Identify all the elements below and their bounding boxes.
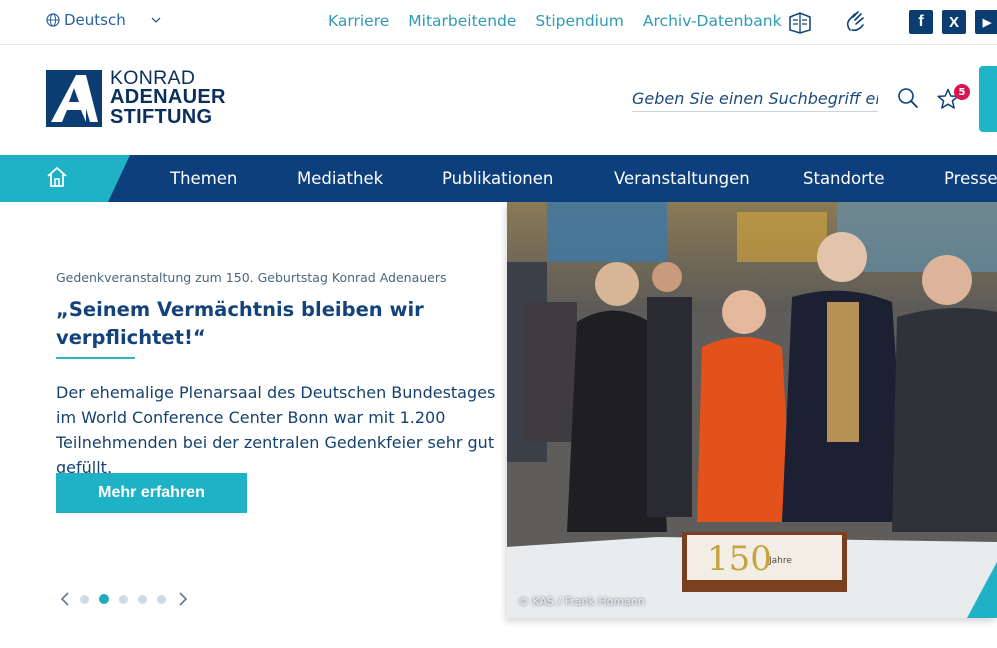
search-icon[interactable]: [897, 87, 919, 109]
nav-item-themen[interactable]: Themen: [170, 169, 237, 188]
chevron-left-icon[interactable]: [60, 591, 70, 607]
easy-read-icon[interactable]: [786, 8, 814, 36]
language-label: Deutsch: [64, 11, 126, 29]
slider-dot-2[interactable]: [99, 594, 109, 604]
main-navigation: Themen Mediathek Publikationen Veranstal…: [0, 155, 997, 202]
x-icon[interactable]: X: [942, 10, 966, 34]
link-stipendium[interactable]: Stipendium: [535, 12, 624, 30]
hero-image[interactable]: 150 Jahre © KAS / Frank Homann: [507, 202, 997, 618]
top-links: Karriere Mitarbeitende Stipendium Archiv…: [328, 12, 801, 30]
slider-dots: [80, 594, 176, 604]
side-panel-tab[interactable]: [979, 66, 997, 132]
facebook-icon[interactable]: f: [909, 10, 933, 34]
event-photo: 150 Jahre: [507, 202, 997, 618]
nav-item-mediathek[interactable]: Mediathek: [297, 169, 383, 188]
kas-logo[interactable]: KONRAD ADENAUER STIFTUNG: [46, 67, 236, 129]
hero-kicker: Gedenkveranstaltung zum 150. Geburtstag …: [56, 270, 447, 285]
logo-text-stiftung: STIFTUNG: [110, 106, 213, 128]
globe-icon: [46, 13, 60, 27]
slider-dot-4[interactable]: [138, 594, 147, 604]
search-input[interactable]: Geben Sie einen Suchbegriff ein.: [632, 86, 878, 112]
image-credit: © KAS / Frank Homann: [518, 595, 645, 608]
favorites-count-badge: 5: [954, 84, 970, 100]
slider-pagination: [60, 589, 188, 609]
cake-number: 150: [707, 539, 772, 579]
link-mitarbeitende[interactable]: Mitarbeitende: [408, 12, 516, 30]
youtube-icon[interactable]: ▶: [975, 10, 997, 34]
home-icon: [47, 167, 67, 187]
more-button[interactable]: Mehr erfahren: [56, 473, 247, 513]
nav-item-publikationen[interactable]: Publikationen: [442, 169, 553, 188]
top-utility-bar: Deutsch Karriere Mitarbeitende Stipendiu…: [0, 0, 997, 45]
hero-description: Der ehemalige Plenarsaal des Deutschen B…: [56, 383, 496, 477]
headline-underline: [56, 357, 135, 359]
nav-item-presse[interactable]: Presse: [944, 169, 997, 188]
slider-dot-5[interactable]: [157, 594, 166, 604]
nav-item-standorte[interactable]: Standorte: [803, 169, 885, 188]
link-archiv-datenbank[interactable]: Archiv-Datenbank: [643, 12, 782, 30]
nav-item-veranstaltungen[interactable]: Veranstaltungen: [614, 169, 750, 188]
cake-label: Jahre: [768, 556, 792, 566]
chevron-right-icon[interactable]: [178, 591, 188, 607]
slider-dot-3[interactable]: [119, 594, 128, 604]
slider-dot-1[interactable]: [80, 594, 89, 604]
hero-headline[interactable]: „Seinem Vermächtnis bleiben wir verpflic…: [56, 296, 476, 352]
link-karriere[interactable]: Karriere: [328, 12, 389, 30]
logo-mark-icon: [46, 70, 102, 127]
language-selector[interactable]: Deutsch: [46, 11, 161, 29]
chevron-down-icon: [151, 17, 161, 23]
sign-language-icon[interactable]: [842, 8, 870, 36]
